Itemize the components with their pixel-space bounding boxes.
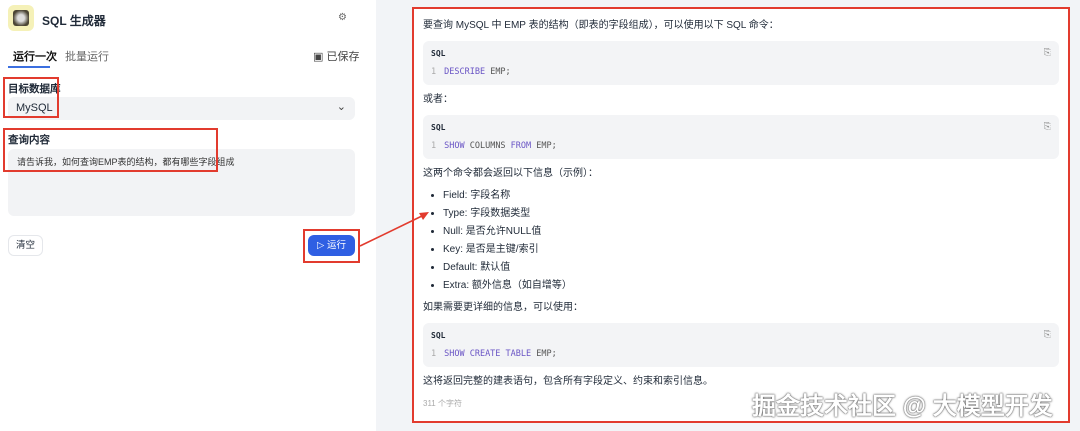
watermark: 掘金技术社区 @ 大模型开发 bbox=[752, 393, 1053, 420]
annotation-arrow bbox=[359, 212, 429, 247]
